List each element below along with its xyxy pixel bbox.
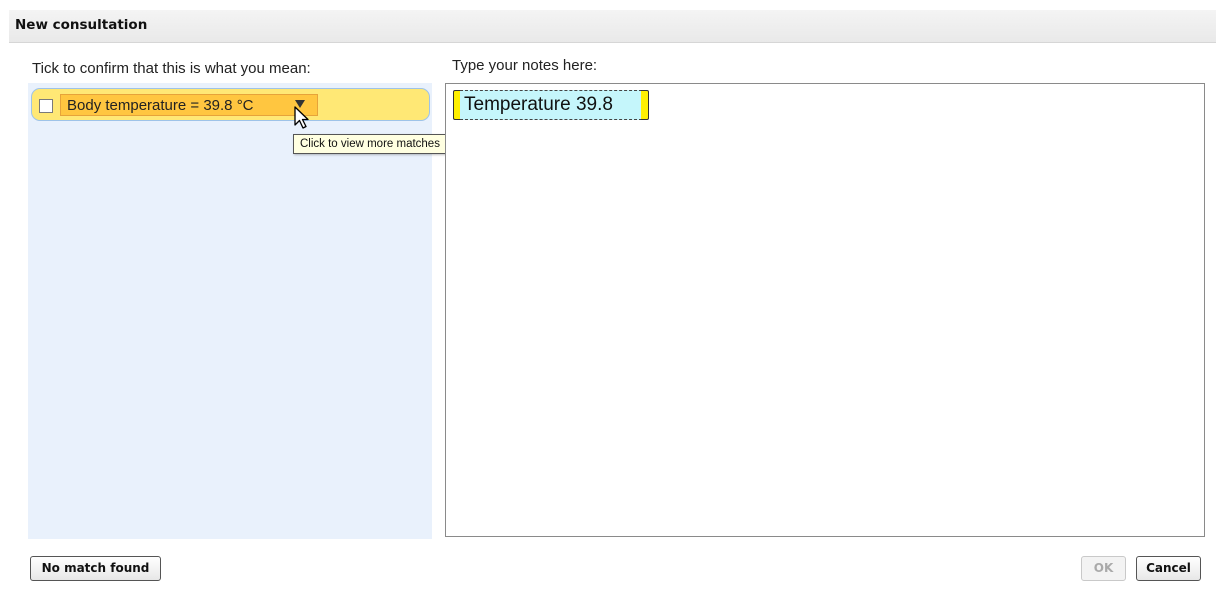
token-highlight: Temperature 39.8 — [460, 90, 642, 120]
confirm-checkbox[interactable] — [39, 99, 53, 113]
matched-term[interactable]: Body temperature = 39.8 °C — [60, 94, 318, 116]
match-item-body-temperature[interactable]: Body temperature = 39.8 °C — [31, 88, 430, 121]
no-match-found-button[interactable]: No match found — [30, 556, 161, 581]
dialog-titlebar: New consultation — [9, 10, 1216, 43]
matched-term-label: Body temperature = 39.8 °C — [67, 97, 254, 114]
token-end-bracket-icon — [641, 90, 649, 120]
notes-instruction-label: Type your notes here: — [452, 57, 598, 74]
new-consultation-dialog: New consultation Tick to confirm that th… — [9, 0, 1216, 589]
highlighted-note-phrase[interactable]: Temperature 39.8 — [453, 90, 649, 120]
note-phrase-text: Temperature 39.8 — [464, 94, 613, 115]
notes-textarea[interactable]: Temperature 39.8 — [445, 83, 1205, 537]
ok-button[interactable]: OK — [1081, 556, 1126, 581]
cancel-button[interactable]: Cancel — [1136, 556, 1201, 581]
confirm-instruction-label: Tick to confirm that this is what you me… — [32, 60, 311, 77]
mouse-pointer-icon — [294, 106, 309, 129]
dialog-title: New consultation — [15, 17, 148, 33]
